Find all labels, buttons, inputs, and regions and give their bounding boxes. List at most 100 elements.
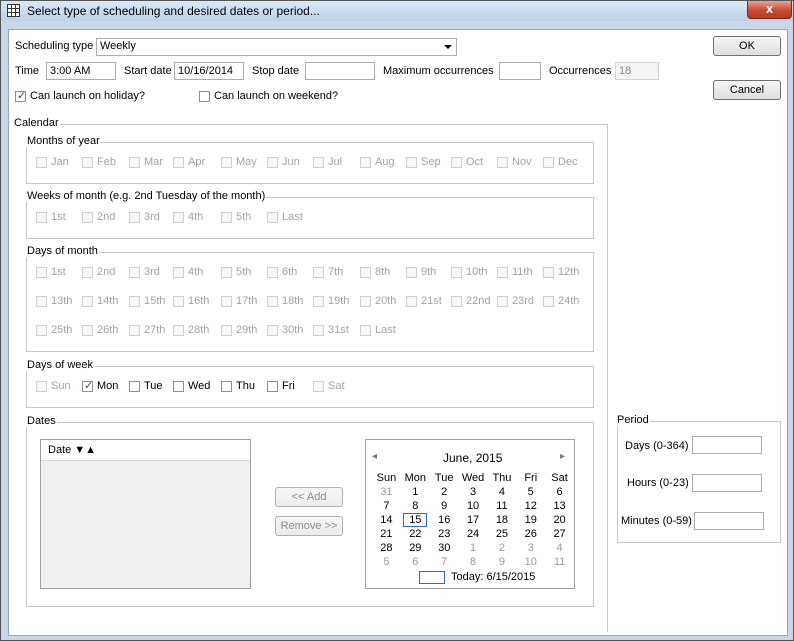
dow-checkbox-wed-box[interactable] bbox=[173, 381, 184, 392]
day-checkbox-7th-box bbox=[313, 267, 324, 278]
calendar-day[interactable]: 3 bbox=[516, 541, 545, 555]
start-date-input[interactable]: 10/16/2014 bbox=[174, 62, 244, 80]
calendar-day[interactable]: 15 bbox=[401, 513, 430, 527]
day-checkbox-25th-box bbox=[36, 325, 47, 336]
calendar-day[interactable]: 6 bbox=[401, 555, 430, 569]
calendar-day[interactable]: 24 bbox=[459, 527, 488, 541]
stop-date-input[interactable] bbox=[305, 62, 375, 80]
remove-button[interactable]: Remove >> bbox=[275, 516, 343, 536]
calendar-day[interactable]: 21 bbox=[372, 527, 401, 541]
scheduling-type-dropdown[interactable]: Weekly bbox=[96, 38, 457, 56]
dow-checkbox-tue[interactable]: Tue bbox=[129, 379, 169, 395]
dow-checkbox-fri[interactable]: Fri bbox=[267, 379, 307, 395]
dow-checkbox-sat-box bbox=[313, 381, 324, 392]
cancel-button[interactable]: Cancel bbox=[713, 80, 781, 100]
next-month-icon[interactable]: ▸ bbox=[560, 451, 565, 462]
calendar-day[interactable]: 7 bbox=[430, 555, 459, 569]
calendar-day[interactable]: 25 bbox=[488, 527, 517, 541]
calendar-day[interactable]: 3 bbox=[459, 485, 488, 499]
month-checkbox-may-label: May bbox=[236, 156, 257, 168]
calendar-day[interactable]: 18 bbox=[488, 513, 517, 527]
today-link[interactable]: Today: 6/15/2015 bbox=[451, 571, 535, 583]
day-checkbox-7th: 7th bbox=[313, 265, 353, 281]
dow-checkbox-thu[interactable]: Thu bbox=[221, 379, 261, 395]
calendar-day[interactable]: 8 bbox=[401, 499, 430, 513]
day-checkbox-6th-label: 6th bbox=[282, 266, 298, 278]
calendar-day[interactable]: 28 bbox=[372, 541, 401, 555]
calendar-day[interactable]: 5 bbox=[372, 555, 401, 569]
calendar-day[interactable]: 27 bbox=[545, 527, 574, 541]
calendar-day[interactable]: 30 bbox=[430, 541, 459, 555]
month-checkbox-mar-label: Mar bbox=[144, 156, 163, 168]
calendar-day[interactable]: 2 bbox=[430, 485, 459, 499]
prev-month-icon[interactable]: ◂ bbox=[372, 451, 377, 462]
calendar-month-label[interactable]: June, 2015 bbox=[443, 451, 502, 465]
calendar-day[interactable]: 1 bbox=[459, 541, 488, 555]
calendar-day[interactable]: 16 bbox=[430, 513, 459, 527]
calendar-day[interactable]: 20 bbox=[545, 513, 574, 527]
day-checkbox-27th-box bbox=[129, 325, 140, 336]
calendar-day[interactable]: 7 bbox=[372, 499, 401, 513]
month-checkbox-aug-box bbox=[360, 157, 371, 168]
calendar-grid: Sun Mon Tue Wed Thu Fri Sat 31 1 2 3 4 5 6 7 8 9 10 11 12 1… bbox=[372, 471, 574, 569]
close-button[interactable]: x bbox=[747, 1, 792, 19]
day-checkbox-17th: 17th bbox=[221, 294, 261, 310]
calendar-day[interactable]: 26 bbox=[516, 527, 545, 541]
period-hours-input[interactable] bbox=[692, 474, 762, 492]
calendar-day[interactable]: 10 bbox=[516, 555, 545, 569]
calendar-day[interactable]: 31 bbox=[372, 485, 401, 499]
holiday-checkbox[interactable]: ✓ Can launch on holiday? bbox=[15, 89, 155, 105]
calendar-day[interactable]: 22 bbox=[401, 527, 430, 541]
day-checkbox-28th-label: 28th bbox=[188, 324, 210, 336]
calendar-day[interactable]: 4 bbox=[488, 485, 517, 499]
calendar-day[interactable]: 1 bbox=[401, 485, 430, 499]
date-column-header[interactable]: Date ▼▲ bbox=[48, 444, 96, 456]
max-occurrences-input[interactable] bbox=[499, 62, 541, 80]
day-checkbox-12th: 12th bbox=[543, 265, 583, 281]
max-occurrences-label: Maximum occurrences bbox=[383, 65, 494, 77]
calendar-day[interactable]: 11 bbox=[488, 499, 517, 513]
dow-checkbox-fri-box[interactable] bbox=[267, 381, 278, 392]
title-bar[interactable]: Select type of scheduling and desired da… bbox=[1, 1, 793, 21]
time-input[interactable]: 3:00 AM bbox=[46, 62, 116, 80]
calendar-day-number: 7 bbox=[441, 556, 448, 568]
dow-checkbox-tue-box[interactable] bbox=[129, 381, 140, 392]
weekend-checkbox-box[interactable] bbox=[199, 91, 210, 102]
month-calendar[interactable]: ◂ June, 2015 ▸ Sun Mon Tue Wed Thu Fri Sat 31 1… bbox=[365, 439, 575, 589]
period-days-input[interactable] bbox=[692, 436, 762, 454]
calendar-day[interactable]: 19 bbox=[516, 513, 545, 527]
dow-checkbox-mon[interactable]: ✓ Mon bbox=[82, 379, 122, 395]
calendar-day[interactable]: 5 bbox=[516, 485, 545, 499]
add-button[interactable]: << Add bbox=[275, 487, 343, 507]
day-checkbox-last: Last bbox=[360, 323, 400, 339]
calendar-day[interactable]: 9 bbox=[488, 555, 517, 569]
calendar-day[interactable]: 11 bbox=[545, 555, 574, 569]
dow-checkbox-thu-box[interactable] bbox=[221, 381, 232, 392]
calendar-day[interactable]: 12 bbox=[516, 499, 545, 513]
dates-list-header[interactable]: Date ▼▲ bbox=[41, 440, 250, 461]
calendar-day[interactable]: 6 bbox=[545, 485, 574, 499]
calendar-day[interactable]: 13 bbox=[545, 499, 574, 513]
period-minutes-input[interactable] bbox=[694, 512, 764, 530]
dates-listbox[interactable]: Date ▼▲ bbox=[40, 439, 251, 589]
calendar-day[interactable]: 10 bbox=[459, 499, 488, 513]
calendar-day[interactable]: 4 bbox=[545, 541, 574, 555]
calendar-day[interactable]: 8 bbox=[459, 555, 488, 569]
day-checkbox-16th: 16th bbox=[173, 294, 213, 310]
ok-button[interactable]: OK bbox=[713, 36, 781, 56]
calendar-day[interactable]: 23 bbox=[430, 527, 459, 541]
day-checkbox-20th-label: 20th bbox=[375, 295, 397, 307]
weekday-header: Mon bbox=[404, 472, 427, 484]
week-checkbox-1st-box bbox=[36, 212, 47, 223]
calendar-day[interactable]: 29 bbox=[401, 541, 430, 555]
calendar-day[interactable]: 9 bbox=[430, 499, 459, 513]
month-checkbox-sep-label: Sep bbox=[421, 156, 441, 168]
weekend-checkbox[interactable]: Can launch on weekend? bbox=[199, 89, 349, 105]
calendar-day[interactable]: 17 bbox=[459, 513, 488, 527]
day-checkbox-24th-box bbox=[543, 296, 554, 307]
holiday-checkbox-box[interactable]: ✓ bbox=[15, 90, 26, 102]
calendar-day[interactable]: 14 bbox=[372, 513, 401, 527]
dow-checkbox-mon-box[interactable]: ✓ bbox=[82, 380, 93, 392]
calendar-day[interactable]: 2 bbox=[488, 541, 517, 555]
dow-checkbox-wed[interactable]: Wed bbox=[173, 379, 213, 395]
